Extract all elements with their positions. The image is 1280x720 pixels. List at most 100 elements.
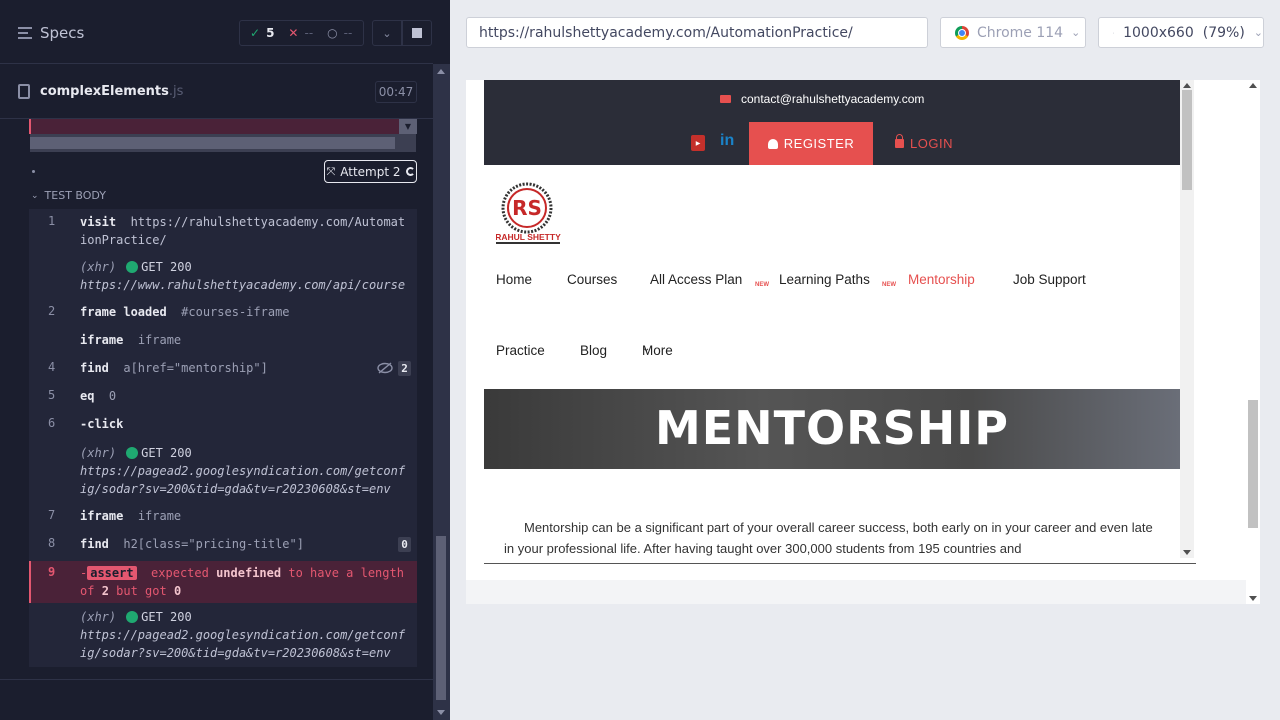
viewport-size: 1000x660 — [1123, 24, 1194, 41]
pending-icon: ○ — [327, 26, 338, 40]
scroll-down-icon[interactable] — [437, 710, 445, 715]
register-button[interactable]: REGISTER — [749, 122, 873, 165]
assert-value: 2 — [101, 584, 109, 598]
command-number: 6 — [48, 416, 56, 430]
test-body-header[interactable]: ⌄ TEST BODY — [31, 189, 106, 202]
scroll-up-icon[interactable] — [437, 69, 445, 74]
command-number: 4 — [48, 360, 56, 374]
xhr-row[interactable]: (xhr) GET 200 https://pagead2.googlesyndic… — [29, 608, 417, 664]
xhr-status: GET 200 — [141, 260, 192, 274]
user-icon — [767, 138, 778, 149]
passed-count: 5 — [266, 26, 275, 40]
command-number: 1 — [48, 214, 56, 228]
success-dot-icon — [126, 447, 139, 459]
nav-all-access-plan[interactable]: All Access Plan — [650, 272, 742, 287]
svg-text:RS: RS — [512, 196, 542, 220]
site-topbar: contact@rahulshettyacademy.com ▶ in REGI… — [484, 80, 1180, 165]
contact-email[interactable]: contact@rahulshettyacademy.com — [720, 92, 924, 106]
spec-row: complexElements.js 00:47 — [0, 65, 433, 119]
running-icon — [405, 167, 415, 176]
assert-value: 0 — [173, 584, 182, 598]
command-message: https://rahulshettyacademy.com/Automatio… — [80, 215, 406, 247]
scroll-up-icon[interactable] — [1249, 83, 1257, 88]
collapse-icon: ⤧ — [326, 164, 336, 178]
command-name: eq — [80, 389, 95, 403]
viewport-selector[interactable]: 1000x660 (79%) ⌄ — [1098, 17, 1264, 48]
lock-icon — [895, 134, 904, 148]
xhr-url: https://pagead2.googlesyndication.com/ge… — [80, 628, 406, 660]
command-message: h2[class="pricing-title"] — [123, 537, 304, 551]
nav-learning-paths[interactable]: Learning Paths — [779, 272, 870, 287]
element-count-badge: 0 — [398, 537, 411, 552]
command-row[interactable]: 8 find h2[class="pricing-title"] 0 — [29, 535, 417, 555]
browser-selector[interactable]: Chrome 114 ⌄ — [940, 17, 1086, 48]
command-row[interactable]: 5 eq 0 — [29, 387, 417, 407]
new-tag: NEW — [882, 282, 896, 288]
specs-label: Specs — [40, 24, 85, 42]
command-name: -click — [80, 417, 124, 431]
nav-blog[interactable]: Blog — [580, 343, 607, 358]
assert-value: undefined — [216, 566, 282, 580]
scroll-down-icon[interactable] — [1249, 596, 1257, 601]
xhr-label: (xhr) — [80, 446, 117, 460]
chevron-down-icon: ⌄ — [1253, 26, 1263, 39]
command-message: a[href="mentorship"] — [123, 361, 268, 375]
stop-icon — [412, 28, 422, 38]
zoom-level: (79%) — [1202, 24, 1245, 41]
url-bar[interactable]: https://rahulshettyacademy.com/Automatio… — [466, 17, 928, 48]
nav-mentorship[interactable]: Mentorship — [908, 272, 975, 287]
xhr-url: https://pagead2.googlesyndication.com/ge… — [80, 464, 406, 496]
cross-icon: ✕ — [288, 26, 299, 40]
scroll-up-icon[interactable] — [1183, 83, 1191, 88]
horizontal-scrollbar[interactable] — [30, 134, 416, 152]
command-row[interactable]: 7 iframe iframe — [29, 507, 417, 527]
failed-assert-row[interactable]: 9 - assert expected undefined to have a l… — [29, 561, 417, 603]
command-row[interactable]: 6 -click — [29, 415, 417, 435]
attempt-tag[interactable]: ⤧ Attempt 2 — [324, 160, 417, 183]
chevron-down-icon: ⌄ — [382, 26, 392, 40]
new-tag: NEW — [755, 282, 769, 288]
scrollbar-thumb[interactable] — [1182, 90, 1192, 190]
command-number: 8 — [48, 536, 56, 550]
failed-count: -- — [304, 26, 314, 40]
success-dot-icon — [126, 611, 139, 623]
iframe-scrollbar[interactable] — [1180, 80, 1194, 558]
scrollbar-thumb[interactable] — [436, 536, 446, 700]
nav-practice[interactable]: Practice — [496, 343, 545, 358]
page-scrollbar[interactable] — [1246, 80, 1260, 604]
command-name: find — [80, 361, 109, 375]
command-name: find — [80, 537, 109, 551]
scroll-down-icon[interactable] — [1183, 550, 1191, 555]
nav-home[interactable]: Home — [496, 272, 532, 287]
test-body-label: TEST BODY — [44, 189, 107, 202]
element-count-badge: 2 — [398, 361, 411, 376]
command-message: iframe — [137, 333, 182, 347]
linkedin-icon[interactable]: in — [720, 132, 734, 150]
command-row[interactable]: iframe iframe — [29, 331, 417, 351]
command-row[interactable]: 4 find a[href="mentorship"] 2 — [29, 359, 417, 379]
vertical-scrollbar[interactable] — [433, 64, 450, 720]
scrollbar-thumb[interactable] — [30, 137, 395, 149]
collapse-all-button[interactable]: ⌄ — [372, 20, 402, 46]
command-name: visit — [80, 215, 117, 229]
nav-courses[interactable]: Courses — [567, 272, 617, 287]
svg-text:RAHUL SHETTY: RAHUL SHETTY — [496, 232, 561, 242]
xhr-row[interactable]: (xhr) GET 200 https://www.rahulshettyacade… — [29, 258, 417, 296]
login-button[interactable]: LOGIN — [895, 134, 953, 151]
nav-job-support[interactable]: Job Support — [1013, 272, 1086, 287]
command-message: iframe — [137, 509, 182, 523]
browser-name: Chrome 114 — [977, 24, 1064, 41]
site-logo[interactable]: RS RAHUL SHETTY — [496, 180, 562, 246]
xhr-row[interactable]: (xhr) GET 200 https://pagead2.googlesyndic… — [29, 444, 417, 500]
eye-slash-icon — [377, 362, 393, 374]
envelope-icon — [720, 95, 731, 103]
youtube-icon[interactable]: ▶ — [691, 135, 705, 151]
test-stats: ✓ 5 ✕ -- ○ -- — [239, 20, 364, 46]
dropdown-arrow-icon[interactable]: ▼ — [399, 119, 417, 134]
scrollbar-thumb[interactable] — [1248, 400, 1258, 528]
specs-toggle[interactable]: Specs — [18, 24, 84, 42]
stop-button[interactable] — [402, 20, 432, 46]
command-row[interactable]: 1 visit https://rahulshettyacademy.com/A… — [29, 213, 417, 253]
command-row[interactable]: 2 frame loaded #courses-iframe — [29, 303, 417, 323]
courses-iframe: contact@rahulshettyacademy.com ▶ in REGI… — [484, 80, 1196, 564]
